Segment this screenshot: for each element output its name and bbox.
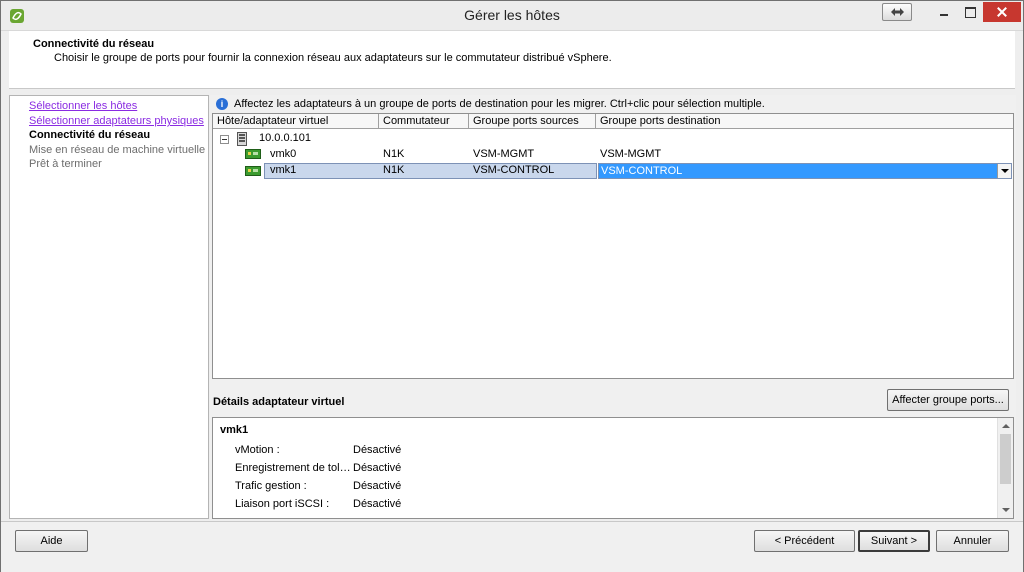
adapter-source-portgroup: VSM-CONTROL (473, 164, 555, 176)
page-title: Connectivité du réseau (33, 38, 155, 50)
nav-step-network-connectivity: Connectivité du réseau (29, 129, 151, 141)
swap-arrows-icon (891, 8, 904, 16)
property-label: vMotion : (235, 444, 280, 456)
network-adapter-icon (245, 166, 261, 176)
dropdown-selected-value: VSM-CONTROL (601, 165, 683, 177)
wizard-header: Connectivité du réseau Choisir le groupe… (9, 31, 1015, 89)
property-value: Désactivé (353, 462, 402, 474)
scrollbar-thumb[interactable] (1000, 434, 1011, 484)
cancel-button[interactable]: Annuler (936, 530, 1009, 552)
minimize-button[interactable] (931, 3, 957, 21)
collapse-toggle-icon[interactable] (220, 135, 229, 144)
info-icon: i (216, 98, 228, 110)
adapter-grid: Hôte/adaptateur virtuel Commutateur Grou… (212, 113, 1014, 379)
chevron-down-icon[interactable] (997, 164, 1011, 178)
property-value: Désactivé (353, 444, 402, 456)
adapter-switch: N1K (383, 164, 405, 176)
page-description: Choisir le groupe de ports pour fournir … (54, 52, 612, 64)
adapter-name[interactable]: vmk1 (270, 163, 296, 178)
details-scrollbar[interactable] (997, 418, 1013, 518)
column-header-destination[interactable]: Groupe ports destination (596, 114, 1013, 129)
maximize-button[interactable] (957, 3, 983, 21)
adapter-name[interactable]: vmk0 (270, 147, 296, 162)
network-adapter-icon (245, 149, 261, 159)
adapter-source-portgroup: VSM-MGMT (473, 148, 535, 160)
destination-portgroup-dropdown[interactable]: VSM-CONTROL (598, 163, 1012, 179)
window-title: Gérer les hôtes (464, 7, 560, 23)
wizard-steps-nav: Sélectionner les hôtes Sélectionner adap… (9, 95, 209, 519)
details-title: Détails adaptateur virtuel (213, 396, 345, 408)
wizard-footer: Aide < Précédent Suivant > Annuler (1, 521, 1023, 572)
column-header-switch[interactable]: Commutateur (379, 114, 469, 129)
grid-header: Hôte/adaptateur virtuel Commutateur Grou… (213, 114, 1013, 129)
property-label: Trafic gestion : (235, 480, 307, 492)
previous-button[interactable]: < Précédent (754, 530, 855, 552)
nav-step-vm-networking: Mise en réseau de machine virtuelle (29, 144, 206, 156)
server-icon (237, 132, 247, 146)
next-button[interactable]: Suivant > (858, 530, 930, 552)
column-header-source[interactable]: Groupe ports sources (469, 114, 596, 129)
column-header-adapter[interactable]: Hôte/adaptateur virtuel (213, 114, 379, 129)
info-text: Affectez les adaptateurs à un groupe de … (234, 98, 765, 110)
property-label: Enregistrement de tolé... (235, 462, 353, 474)
property-value: Désactivé (353, 480, 402, 492)
nav-step-select-physical-adapters[interactable]: Sélectionner adaptateurs physiques (29, 115, 204, 127)
assign-portgroup-button[interactable]: Affecter groupe ports... (887, 389, 1009, 411)
adapter-switch: N1K (383, 148, 405, 160)
title-bar: Gérer les hôtes (1, 1, 1023, 31)
details-adapter-name: vmk1 (220, 424, 249, 436)
details-toolbar: Détails adaptateur virtuel Affecter grou… (210, 385, 1016, 415)
restore-window-button[interactable] (882, 3, 912, 21)
manage-hosts-window: Gérer les hôtes Connectivité du réseau C… (0, 0, 1024, 572)
help-button[interactable]: Aide (15, 530, 88, 552)
nav-step-select-hosts[interactable]: Sélectionner les hôtes (29, 100, 137, 112)
host-name[interactable]: 10.0.0.101 (259, 131, 311, 146)
main-content: i Affectez les adaptateurs à un groupe d… (210, 95, 1016, 519)
property-value: Désactivé (353, 498, 402, 510)
close-button[interactable] (983, 2, 1021, 22)
property-label: Liaison port iSCSI : (235, 498, 330, 510)
adapter-destination-portgroup[interactable]: VSM-MGMT (600, 147, 661, 162)
nav-step-ready-to-complete: Prêt à terminer (29, 158, 102, 170)
adapter-details-panel: vmk1 vMotion : Désactivé Enregistrement … (212, 417, 1014, 519)
